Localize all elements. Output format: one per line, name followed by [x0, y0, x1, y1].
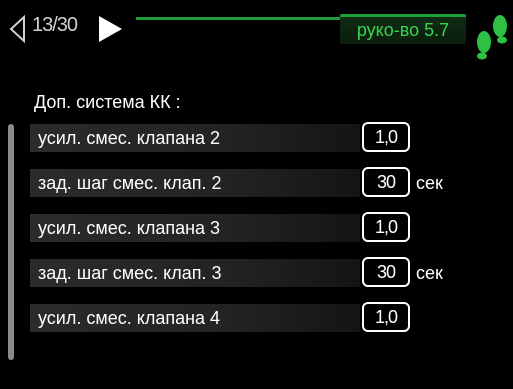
next-page-icon[interactable]: [96, 14, 124, 44]
section-title: Доп. система КК :: [34, 92, 181, 112]
menu-number-badge: руко-во 5.7: [340, 14, 466, 44]
setting-value-field[interactable]: 1,0: [362, 302, 410, 332]
setting-unit: сек: [416, 173, 443, 193]
previous-page-icon[interactable]: [8, 14, 26, 44]
setting-row-mixing-valve-step-delay-2[interactable]: зад. шаг смес. клап. 2 30 сек: [30, 167, 500, 197]
setting-label: усил. смес. клапана 4: [38, 308, 221, 328]
setting-row-mixing-valve-gain-3[interactable]: усил. смес. клапана 3 1,0: [30, 212, 500, 242]
scrollbar[interactable]: [8, 124, 14, 360]
header-divider: [136, 17, 340, 20]
page-counter: 13/30: [32, 14, 78, 36]
setting-label: усил. смес. клапана 2: [38, 128, 221, 148]
footprints-icon: [477, 15, 507, 60]
top-bar: 13/30 руко-во 5.7: [0, 0, 513, 60]
setting-label: зад. шаг смес. клап. 2: [38, 173, 222, 193]
settings-list: усил. смес. клапана 2 1,0 зад. шаг смес.…: [30, 122, 500, 349]
setting-row-mixing-valve-gain-4[interactable]: усил. смес. клапана 4 1,0: [30, 302, 500, 332]
setting-label: усил. смес. клапана 3: [38, 218, 221, 238]
setting-unit: сек: [416, 263, 443, 283]
setting-label: зад. шаг смес. клап. 3: [38, 263, 222, 283]
setting-value-field[interactable]: 30: [362, 167, 410, 197]
scrollbar-thumb[interactable]: [8, 124, 14, 360]
setting-value-field[interactable]: 1,0: [362, 122, 410, 152]
setting-row-mixing-valve-gain-2[interactable]: усил. смес. клапана 2 1,0: [30, 122, 500, 152]
setting-value-field[interactable]: 1,0: [362, 212, 410, 242]
setting-value-field[interactable]: 30: [362, 257, 410, 287]
setting-row-mixing-valve-step-delay-3[interactable]: зад. шаг смес. клап. 3 30 сек: [30, 257, 500, 287]
